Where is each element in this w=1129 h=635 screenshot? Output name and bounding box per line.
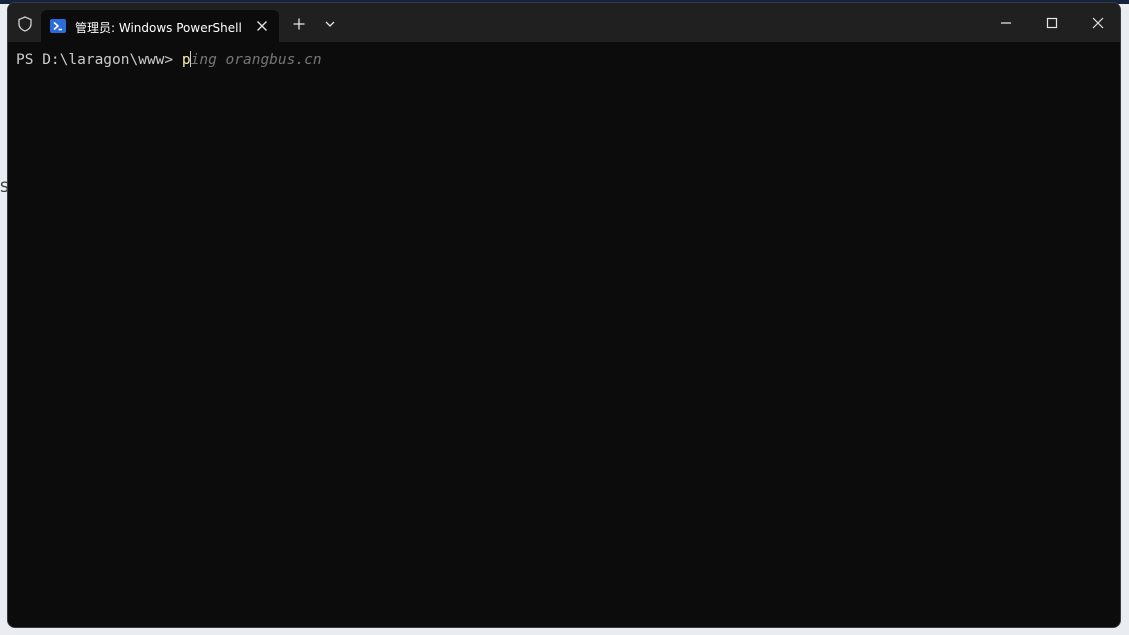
maximize-icon[interactable]: [1042, 13, 1062, 33]
terminal-pane[interactable]: PS D:\laragon\www> ping orangbus.cn: [8, 42, 1120, 627]
prompt-text: PS D:\laragon\www>: [16, 52, 182, 68]
title-bar: 管理员: Windows PowerShell: [8, 3, 1120, 42]
shield-icon: [16, 15, 34, 33]
terminal-window: 管理员: Windows PowerShell PS D:\laragon\ww…: [7, 2, 1121, 628]
close-icon[interactable]: [1088, 13, 1108, 33]
close-icon[interactable]: [253, 17, 271, 35]
minimize-icon[interactable]: [996, 13, 1016, 33]
tab-powershell[interactable]: 管理员: Windows PowerShell: [41, 10, 279, 42]
plus-icon[interactable]: [290, 15, 308, 33]
command-line[interactable]: PS D:\laragon\www> ping orangbus.cn: [16, 51, 322, 68]
autocomplete-suggestion: ing orangbus.cn: [190, 52, 322, 68]
powershell-icon: [50, 19, 66, 33]
tab-title: 管理员: Windows PowerShell: [75, 21, 242, 35]
chevron-down-icon[interactable]: [322, 16, 338, 32]
